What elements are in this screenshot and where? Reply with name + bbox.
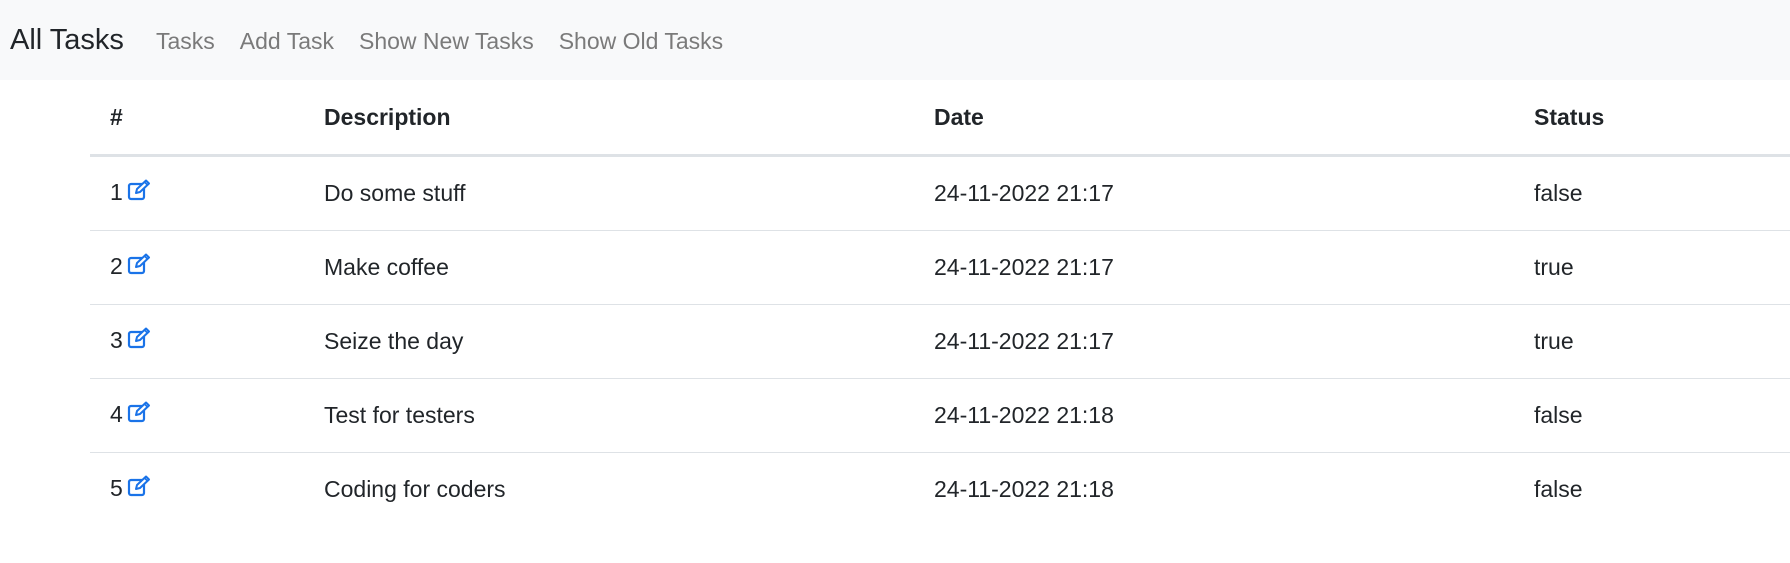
- table-row: 3 Seize the day 24-11-2022 21:17 true: [90, 304, 1790, 379]
- table-body: 1 Do some stuff 24-11-2022 21:17 false 2…: [90, 155, 1790, 526]
- task-status: false: [1534, 475, 1583, 502]
- task-id-cell: 4: [90, 378, 304, 453]
- task-description: Coding for coders: [324, 475, 506, 502]
- task-description: Make coffee: [304, 230, 914, 305]
- task-date: 24-11-2022 21:18: [934, 475, 1114, 502]
- task-id: 1: [110, 179, 123, 205]
- task-date: 24-11-2022 21:17: [914, 230, 1514, 305]
- task-status: false: [1514, 378, 1790, 453]
- task-status: true: [1514, 304, 1790, 379]
- column-header-date: Date: [914, 82, 1514, 157]
- task-id: 3: [110, 327, 123, 353]
- task-date: 24-11-2022 21:17: [914, 155, 1514, 231]
- nav-link-show-old-tasks[interactable]: Show Old Tasks: [559, 26, 723, 56]
- edit-icon[interactable]: [127, 179, 151, 207]
- task-id-cell: 2: [90, 230, 304, 305]
- column-header-id: #: [90, 82, 304, 157]
- table-row: 2 Make coffee 24-11-2022 21:17 true: [90, 230, 1790, 305]
- task-description: Do some stuff: [304, 155, 914, 231]
- table-row: 1 Do some stuff 24-11-2022 21:17 false: [90, 155, 1790, 231]
- task-status: false: [1514, 155, 1790, 231]
- column-header-status: Status: [1514, 82, 1790, 157]
- nav-link-add-task[interactable]: Add Task: [240, 26, 334, 56]
- edit-icon[interactable]: [127, 253, 151, 281]
- edit-icon[interactable]: [127, 401, 151, 429]
- task-id-cell: 5: [90, 452, 304, 526]
- task-date: 24-11-2022 21:18: [914, 378, 1514, 453]
- table-header: # Description Date Status: [90, 82, 1790, 157]
- nav-links: Tasks Add Task Show New Tasks Show Old T…: [156, 26, 748, 56]
- navbar: All Tasks Tasks Add Task Show New Tasks …: [0, 0, 1790, 80]
- task-description: Seize the day: [304, 304, 914, 379]
- tasks-table-container: # Description Date Status 1 Do some stuf…: [90, 82, 1790, 526]
- task-status: true: [1514, 230, 1790, 305]
- edit-icon[interactable]: [127, 475, 151, 503]
- nav-link-show-new-tasks[interactable]: Show New Tasks: [359, 26, 534, 56]
- table-row: 5 Coding for coders 24-11-2022 21:18 fal…: [90, 452, 1790, 526]
- task-id: 5: [110, 475, 123, 501]
- nav-link-tasks[interactable]: Tasks: [156, 26, 215, 56]
- task-id: 4: [110, 401, 123, 427]
- task-description: Test for testers: [304, 378, 914, 453]
- task-id-cell: 3: [90, 304, 304, 379]
- navbar-brand[interactable]: All Tasks: [10, 22, 124, 58]
- tasks-table: # Description Date Status 1 Do some stuf…: [90, 82, 1790, 526]
- table-row: 4 Test for testers 24-11-2022 21:18 fals…: [90, 378, 1790, 453]
- edit-icon[interactable]: [127, 327, 151, 355]
- task-id-cell: 1: [90, 155, 304, 231]
- column-header-description: Description: [304, 82, 914, 157]
- task-id: 2: [110, 253, 123, 279]
- table-header-row: # Description Date Status: [90, 82, 1790, 157]
- task-date: 24-11-2022 21:17: [914, 304, 1514, 379]
